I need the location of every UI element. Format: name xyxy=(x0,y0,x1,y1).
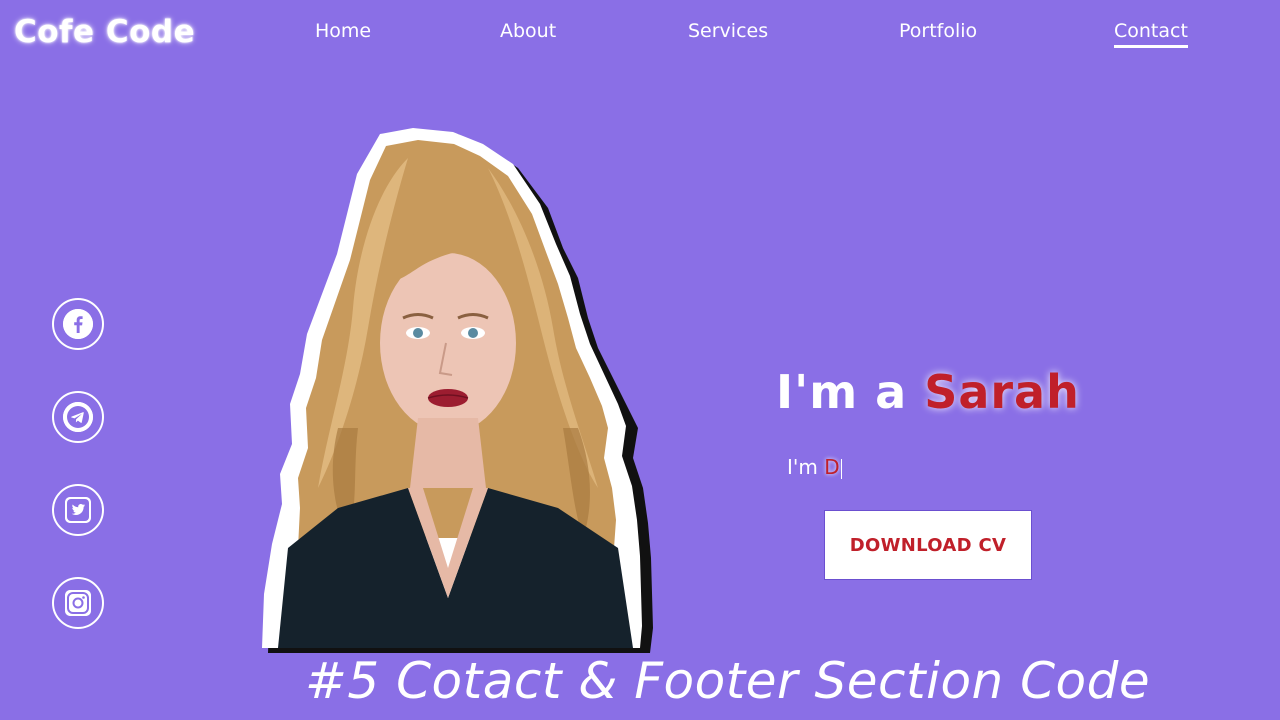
nav-portfolio[interactable]: Portfolio xyxy=(899,18,977,44)
hero-typed-text: D xyxy=(824,455,840,479)
telegram-link[interactable] xyxy=(52,391,104,443)
twitter-link[interactable] xyxy=(52,484,104,536)
facebook-icon xyxy=(63,309,93,339)
typing-cursor xyxy=(840,458,842,479)
video-caption: #5 Cotact & Footer Section Code xyxy=(305,652,1151,710)
hero-name: Sarah xyxy=(924,365,1080,419)
hero-title: I'm a Sarah xyxy=(776,365,1080,419)
download-cv-button[interactable]: DOWNLOAD CV xyxy=(824,510,1032,580)
instagram-link[interactable] xyxy=(52,577,104,629)
nav-about[interactable]: About xyxy=(500,18,556,44)
facebook-link[interactable] xyxy=(52,298,104,350)
nav-home[interactable]: Home xyxy=(315,18,371,44)
telegram-icon xyxy=(63,402,93,432)
main-nav: Home About Services Portfolio Contact xyxy=(0,18,1280,58)
hero-subtitle-prefix: I'm xyxy=(787,455,818,479)
nav-services[interactable]: Services xyxy=(688,18,768,44)
profile-photo xyxy=(262,128,653,653)
hero-subtitle: I'm D xyxy=(787,455,842,479)
instagram-icon xyxy=(65,590,91,616)
twitter-icon xyxy=(65,497,91,523)
nav-contact[interactable]: Contact xyxy=(1114,18,1188,48)
hero-title-prefix: I'm a xyxy=(776,365,908,419)
page: Cofe Code Home About Services Portfolio … xyxy=(0,0,1280,720)
